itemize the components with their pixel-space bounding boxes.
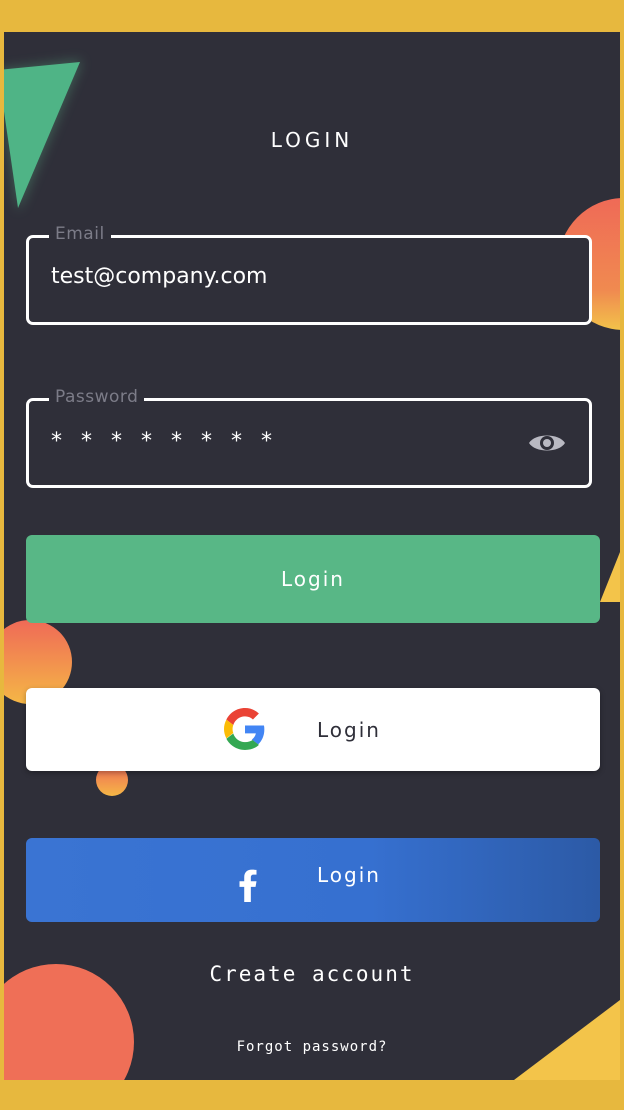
login-button-label: Login	[281, 567, 345, 591]
email-value[interactable]: test@company.com	[51, 264, 268, 289]
facebook-login-button[interactable]: Login	[26, 838, 600, 922]
password-label: Password	[49, 387, 145, 407]
email-field[interactable]: Email test@company.com	[26, 224, 592, 325]
login-screen: LOGIN Email test@company.com Password * …	[4, 32, 620, 1080]
facebook-button-label: Login	[317, 863, 381, 887]
google-login-button[interactable]: Login	[26, 688, 600, 771]
page-title: LOGIN	[270, 128, 354, 152]
forgot-password-link[interactable]: Forgot password?	[4, 1039, 620, 1055]
facebook-icon	[239, 869, 257, 902]
password-value[interactable]: * * * * * * * *	[51, 429, 278, 454]
login-button[interactable]: Login	[26, 535, 600, 623]
password-field[interactable]: Password * * * * * * * *	[26, 387, 592, 488]
email-label: Email	[49, 224, 111, 244]
google-icon	[224, 708, 265, 750]
create-account-link[interactable]: Create account	[4, 962, 620, 986]
google-button-label: Login	[317, 717, 381, 742]
yellow-triangle-right	[600, 552, 620, 602]
eye-icon[interactable]	[527, 429, 567, 457]
